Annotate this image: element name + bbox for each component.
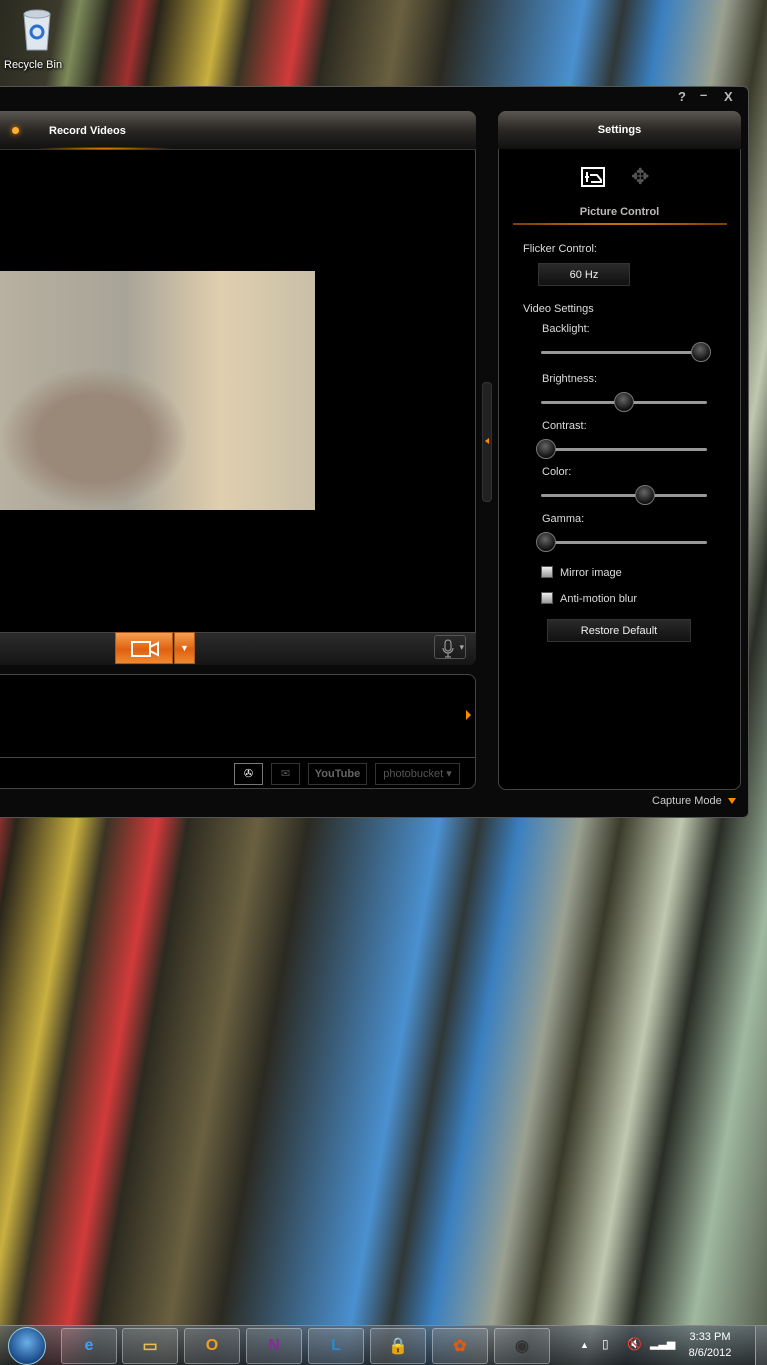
contrast-slider-knob[interactable]	[536, 439, 556, 459]
brightness-label: Brightness:	[542, 373, 598, 385]
section-underline	[513, 223, 727, 225]
section-title: Picture Control	[579, 206, 660, 218]
tab-indicator-icon	[12, 127, 19, 134]
volume-muted-icon[interactable]: 🔇	[627, 1337, 642, 1351]
record-mode-dropdown[interactable]: ▼	[174, 632, 195, 664]
taskbar-webcam-icon[interactable]: ◉	[494, 1328, 550, 1364]
picture-control-icon[interactable]	[581, 167, 605, 187]
taskbar-keepass-icon[interactable]: 🔒	[370, 1328, 426, 1364]
show-hidden-icons-button[interactable]: ▲	[580, 1340, 589, 1350]
show-desktop-button[interactable]	[755, 1326, 767, 1365]
minimize-button[interactable]: –	[700, 87, 707, 102]
clock-time[interactable]: 3:33 PM	[680, 1331, 740, 1343]
tab-record-videos[interactable]: Record Videos	[49, 125, 126, 137]
scroll-right-icon[interactable]	[466, 710, 471, 720]
capture-mode-arrow-icon[interactable]	[728, 798, 736, 804]
help-button[interactable]: ?	[678, 89, 686, 104]
recycle-bin-label: Recycle Bin	[4, 59, 63, 71]
brightness-slider-knob[interactable]	[613, 392, 634, 412]
video-settings-label: Video Settings	[523, 303, 594, 315]
contrast-slider-track[interactable]	[541, 448, 707, 451]
share-photobucket-button[interactable]: photobucket ▾	[375, 763, 460, 785]
control-bar	[0, 632, 476, 665]
mirror-image-checkbox[interactable]	[541, 566, 553, 578]
color-slider-track[interactable]	[541, 494, 707, 497]
gamma-slider-knob[interactable]	[536, 532, 556, 552]
arrow-left-icon	[485, 438, 489, 444]
restore-default-button[interactable]: Restore Default	[547, 619, 691, 642]
network-signal-icon[interactable]: ▂▃▅	[650, 1337, 675, 1350]
microphone-button[interactable]: ▾	[434, 635, 466, 659]
share-email-button[interactable]: ✉	[271, 763, 300, 785]
contrast-label: Contrast:	[542, 420, 587, 432]
pan-tilt-icon[interactable]: ✥	[631, 164, 649, 190]
start-button[interactable]	[8, 1327, 46, 1365]
taskbar-internet-explorer-icon[interactable]: e	[61, 1328, 117, 1364]
panel-collapse-handle[interactable]	[482, 382, 492, 502]
gamma-slider-track[interactable]	[541, 541, 707, 544]
taskbar-outlook-icon[interactable]: O	[184, 1328, 240, 1364]
backlight-label: Backlight:	[542, 323, 590, 335]
divider	[0, 757, 476, 758]
recycle-bin-icon[interactable]	[20, 8, 54, 52]
tab-glow	[35, 147, 175, 150]
chevron-down-icon[interactable]: ▾	[459, 642, 464, 653]
clock-date[interactable]: 8/6/2012	[680, 1347, 740, 1359]
microphone-icon	[442, 639, 454, 658]
backlight-slider-track[interactable]	[541, 351, 707, 354]
taskbar-lync-icon[interactable]: L	[308, 1328, 364, 1364]
record-video-button[interactable]	[115, 632, 173, 664]
mirror-image-label: Mirror image	[560, 567, 622, 579]
gamma-label: Gamma:	[542, 513, 585, 525]
taskbar-photo-gallery-icon[interactable]: ✿	[432, 1328, 488, 1364]
anti-motion-blur-label: Anti-motion blur	[560, 593, 638, 605]
taskbar-onenote-icon[interactable]: N	[246, 1328, 302, 1364]
share-youtube-button[interactable]: YouTube	[308, 763, 367, 785]
power-icon[interactable]: ▯	[602, 1337, 609, 1351]
anti-motion-blur-checkbox[interactable]	[541, 592, 553, 604]
flicker-control-select[interactable]: 60 Hz	[538, 263, 630, 286]
photobucket-label: photobucket	[383, 768, 444, 780]
video-camera-icon	[131, 641, 159, 657]
close-button[interactable]: X	[724, 89, 733, 104]
settings-title: Settings	[597, 124, 642, 136]
share-gallery-button[interactable]: ✇	[234, 763, 263, 785]
webcam-preview	[0, 271, 315, 510]
capture-mode-label[interactable]: Capture Mode	[652, 795, 722, 807]
color-label: Color:	[542, 466, 572, 478]
flicker-control-label: Flicker Control:	[523, 243, 597, 255]
film-reel-icon: ✇	[243, 768, 254, 780]
taskbar-windows-explorer-icon[interactable]: ▭	[122, 1328, 178, 1364]
backlight-slider-knob[interactable]	[691, 342, 711, 362]
envelope-icon: ✉	[280, 768, 291, 780]
